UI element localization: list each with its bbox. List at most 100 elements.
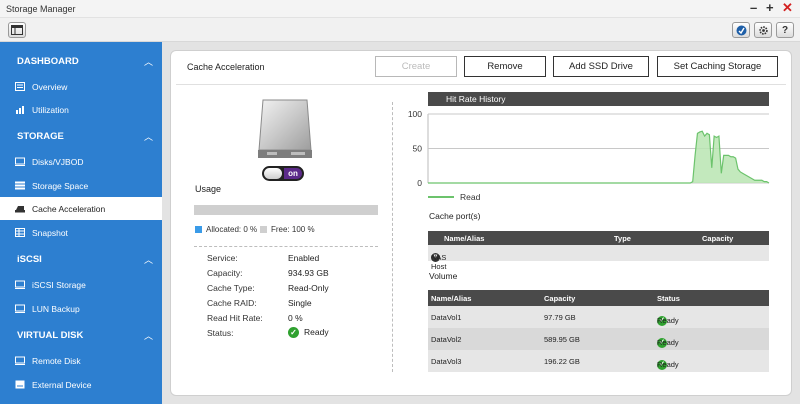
series-area-read — [428, 131, 769, 183]
sidebar-item-snapshot[interactable]: Snapshot — [0, 221, 162, 244]
detail-value: Enabled — [288, 253, 320, 263]
table-header: Name/Alias Type Capacity — [428, 231, 769, 245]
snapshot-icon — [15, 228, 25, 237]
table-row[interactable]: ▼ NAS Host — [428, 245, 769, 271]
sidebar-item-label: iSCSI Storage — [32, 280, 86, 290]
column-header: Name/Alias — [431, 294, 472, 303]
update-icon[interactable] — [732, 22, 750, 38]
volume-name: DataVol3 — [431, 357, 462, 366]
sidebar-item-utilization[interactable]: Utilization — [0, 98, 162, 121]
lun-backup-icon — [15, 304, 25, 313]
detail-key: Service: — [207, 253, 238, 263]
window-titlebar: Storage Manager – + ✕ — [0, 0, 800, 18]
hit-rate-header: Hit Rate History — [428, 92, 769, 106]
chevron-up-icon[interactable]: ︿ — [144, 253, 153, 266]
status-text: Ready — [657, 316, 679, 325]
sidebar-item-storage-space[interactable]: Storage Space — [0, 174, 162, 197]
add-ssd-drive-button[interactable]: Add SSD Drive — [553, 56, 649, 77]
remote-disk-icon — [15, 356, 25, 365]
legend-free: Free: 100 % — [260, 225, 315, 234]
storage-space-icon — [15, 181, 25, 190]
sidebar-item-remote-disk[interactable]: Remote Disk — [0, 349, 162, 372]
column-header: Capacity — [702, 234, 734, 243]
cache-ports-label: Cache port(s) — [429, 211, 481, 221]
status-value: ✓ Ready — [288, 327, 329, 339]
volume-name: DataVol2 — [431, 335, 462, 344]
utilization-chart-icon — [15, 105, 25, 114]
chevron-up-icon[interactable]: ︿ — [144, 55, 153, 68]
settings-gear-icon[interactable] — [754, 22, 772, 38]
section-label: STORAGE — [17, 131, 64, 142]
toggle-state-label: on — [284, 168, 302, 179]
detail-key: Cache RAID: — [207, 298, 257, 308]
table-row[interactable]: DataVol3 196.22 GB ✓ Ready — [428, 350, 769, 372]
help-icon[interactable]: ? — [776, 22, 794, 38]
volume-table: Name/Alias Capacity Status DataVol1 97.7… — [428, 290, 769, 372]
external-device-icon — [15, 380, 25, 389]
table-row[interactable]: DataVol2 589.95 GB ✓ Ready — [428, 328, 769, 350]
sidebar-item-label: Remote Disk — [32, 356, 81, 366]
volume-name: DataVol1 — [431, 313, 462, 322]
free-label: Free: 100 % — [271, 225, 315, 234]
chevron-up-icon[interactable]: ︿ — [144, 329, 153, 342]
toolbar: ? — [0, 18, 800, 42]
cache-toggle-switch[interactable]: on — [262, 166, 304, 181]
toggle-knob — [264, 168, 282, 179]
sidebar-item-label: Storage Space — [32, 181, 89, 191]
sidebar-item-label: Cache Acceleration — [32, 204, 106, 214]
detail-key: Capacity: — [207, 268, 243, 278]
sidebar-item-disks-vjbod[interactable]: Disks/VJBOD — [0, 150, 162, 173]
window-title: Storage Manager — [6, 4, 76, 14]
minimize-icon[interactable]: – — [750, 1, 757, 15]
check-circle-icon: ✓ — [288, 327, 299, 339]
divider — [392, 102, 393, 372]
sidebar-section-virtual-disk[interactable]: VIRTUAL DISK ︿ — [0, 323, 162, 347]
port-name: NAS Host — [431, 253, 447, 271]
divider — [176, 84, 786, 85]
maximize-icon[interactable]: + — [766, 1, 774, 15]
volume-capacity: 196.22 GB — [544, 357, 580, 366]
y-tick-label: 50 — [413, 144, 423, 154]
read-legend-line — [428, 196, 454, 198]
sidebar-item-lun-backup[interactable]: LUN Backup — [0, 297, 162, 320]
chevron-up-icon[interactable]: ︿ — [144, 130, 153, 143]
table-row[interactable]: DataVol1 97.79 GB ✓ Ready — [428, 306, 769, 328]
disks-icon — [15, 157, 25, 166]
chart-legend: Read — [428, 192, 480, 202]
sidebar-item-cache-acceleration[interactable]: Cache Acceleration — [0, 197, 162, 220]
create-button[interactable]: Create — [375, 56, 457, 77]
column-header: Type — [614, 234, 631, 243]
cache-ports-table: Name/Alias Type Capacity ▼ NAS Host — [428, 231, 769, 271]
overview-icon — [15, 82, 25, 91]
detail-key: Cache Type: — [207, 283, 255, 293]
legend-allocated: Allocated: 0 % — [195, 225, 257, 234]
divider — [194, 246, 378, 247]
volume-label: Volume — [429, 271, 458, 281]
sidebar-section-iscsi[interactable]: iSCSI ︿ — [0, 247, 162, 271]
sidebar-section-dashboard[interactable]: DASHBOARD ︿ — [0, 49, 162, 73]
column-header: Name/Alias — [444, 234, 485, 243]
set-caching-storage-button[interactable]: Set Caching Storage — [657, 56, 778, 77]
detail-value: Read-Only — [288, 283, 329, 293]
status-text: Ready — [657, 338, 679, 347]
hit-rate-chart: 0 50 100 — [408, 109, 770, 188]
sidebar-item-external-device[interactable]: External Device — [0, 373, 162, 396]
sidebar-item-label: Overview — [32, 82, 68, 92]
sidebar-item-iscsi-storage[interactable]: iSCSI Storage — [0, 273, 162, 296]
remove-button[interactable]: Remove — [464, 56, 546, 77]
sidebar-item-overview[interactable]: Overview — [0, 75, 162, 98]
close-icon[interactable]: ✕ — [782, 1, 793, 15]
table-header: Name/Alias Capacity Status — [428, 290, 769, 306]
column-header: Capacity — [544, 294, 576, 303]
detail-key: Status: — [207, 328, 234, 338]
sidebar-section-storage[interactable]: STORAGE ︿ — [0, 124, 162, 148]
volume-capacity: 589.95 GB — [544, 335, 580, 344]
section-label: DASHBOARD — [17, 56, 79, 67]
sidebar-item-label: Disks/VJBOD — [32, 157, 84, 167]
free-swatch — [260, 226, 267, 233]
app-menu-icon[interactable] — [8, 22, 26, 38]
sidebar-item-label: External Device — [32, 380, 92, 390]
sidebar-item-label: LUN Backup — [32, 304, 80, 314]
volume-capacity: 97.79 GB — [544, 313, 576, 322]
column-header: Status — [657, 294, 680, 303]
